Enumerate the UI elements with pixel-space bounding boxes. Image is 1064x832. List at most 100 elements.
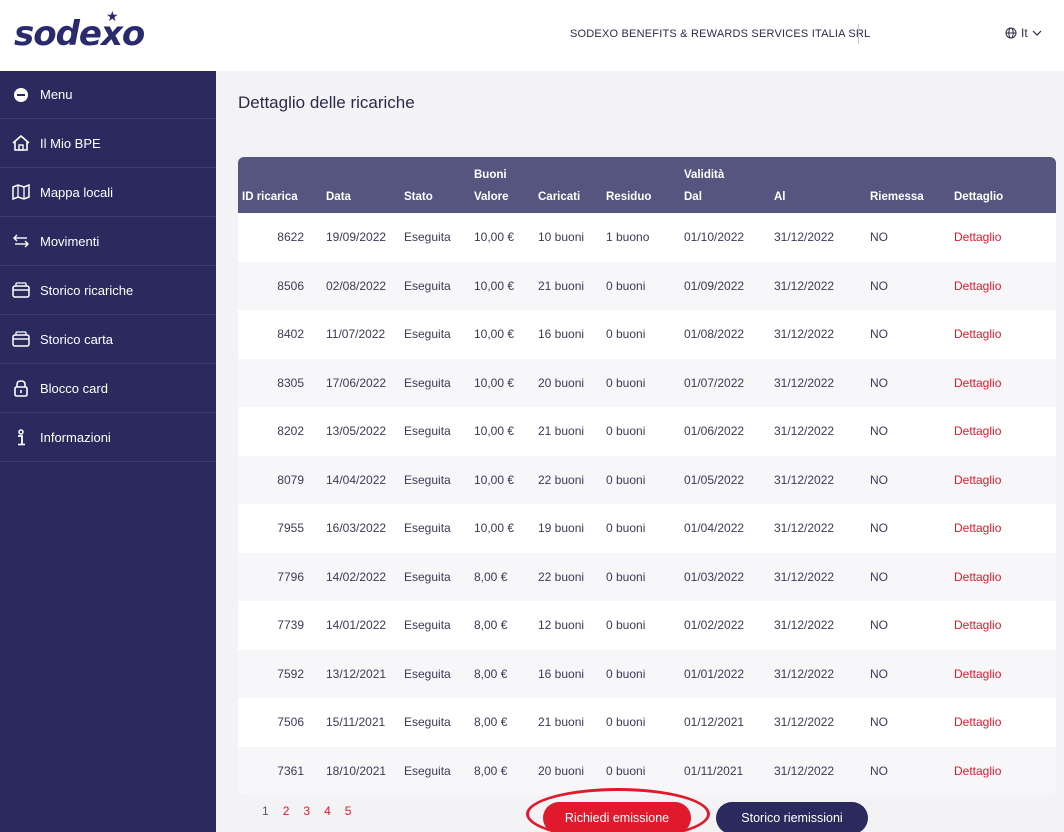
column-header: Dal	[680, 181, 770, 213]
table-cell: Eseguita	[400, 746, 470, 795]
table-cell: 31/12/2022	[774, 715, 835, 730]
sidebar-item-blocco-card[interactable]: Blocco card	[0, 364, 216, 413]
map-icon	[10, 184, 32, 200]
card-icon	[10, 331, 32, 347]
dettaglio-link[interactable]: Dettaglio	[950, 649, 1056, 698]
table-cell: 7506	[277, 715, 304, 730]
sodexo-logo[interactable]: sodexo	[14, 14, 145, 54]
table-cell: 01/01/2022	[680, 649, 770, 698]
dettaglio-link[interactable]: Dettaglio	[950, 746, 1056, 795]
column-header: Al	[770, 181, 866, 213]
main-content: Dettaglio delle ricariche Buoni Validità	[216, 71, 1064, 832]
table-cell: 7955	[277, 521, 304, 536]
table-cell: 14/01/2022	[326, 618, 387, 633]
pagination: 12345	[262, 804, 351, 818]
sidebar-item-label: Movimenti	[40, 233, 100, 249]
header-divider	[858, 24, 859, 44]
sidebar-item-storico-ricariche[interactable]: Storico ricariche	[0, 266, 216, 315]
table-cell: 15/11/2021	[326, 715, 386, 730]
table-cell: NO	[866, 746, 950, 795]
sidebar-item-informazioni[interactable]: Informazioni	[0, 413, 216, 462]
language-selector[interactable]: It	[1005, 26, 1042, 40]
dettaglio-link[interactable]: Dettaglio	[950, 358, 1056, 407]
table-cell: 8622	[277, 230, 304, 245]
table-row: 8402 11/07/2022 Eseguita 10,00 € 16 buoni 0 b…	[238, 310, 1056, 359]
sidebar-item-menu[interactable]: Menu	[0, 71, 216, 119]
table-cell: 0 buoni	[606, 715, 646, 730]
table-cell: 10,00 €	[474, 327, 515, 342]
page-link[interactable]: 3	[303, 804, 310, 818]
table-cell: 20 buoni	[534, 358, 602, 407]
table-cell: 16/03/2022	[326, 521, 387, 536]
table-cell: 01/10/2022	[684, 230, 745, 245]
table-row: 8079 14/04/2022 Eseguita 10,00 €22 buoni 0 b…	[238, 455, 1056, 504]
table-cell: Eseguita	[400, 261, 470, 310]
table-cell: 0 buoni	[602, 455, 680, 504]
lock-icon	[10, 379, 32, 397]
table-cell: 31/12/2022	[774, 327, 835, 342]
company-name: SODEXO BENEFITS & REWARDS SERVICES ITALI…	[570, 28, 871, 40]
table-cell: 0 buoni	[606, 424, 646, 439]
table-cell: 13/12/2021	[322, 649, 400, 698]
sidebar-item-mappa-locali[interactable]: Mappa locali	[0, 168, 216, 217]
table-cell: 20 buoni	[534, 746, 602, 795]
sidebar-item-il-mio-bpe[interactable]: Il Mio BPE	[0, 119, 216, 168]
sidebar-item-storico-carta[interactable]: Storico carta	[0, 315, 216, 364]
logo-star-icon: ★	[106, 8, 119, 24]
table-cell: 10,00 €	[470, 358, 534, 407]
table-cell: 8,00 €	[474, 618, 508, 633]
dettaglio-link[interactable]: Dettaglio	[950, 698, 1056, 747]
dettaglio-link[interactable]: Dettaglio	[950, 601, 1056, 650]
globe-icon	[1005, 27, 1017, 39]
table-row: 7361 18/10/2021 Eseguita 8,00 €20 buoni 0 bu…	[238, 746, 1056, 795]
table-cell: Eseguita	[400, 552, 470, 601]
sidebar-item-label: Storico carta	[40, 331, 113, 347]
table-cell: 0 buoni	[602, 649, 680, 698]
page-link[interactable]: 2	[283, 804, 290, 818]
table-cell: Eseguita	[404, 327, 451, 342]
table-cell: 01/08/2022	[684, 327, 745, 342]
dettaglio-link[interactable]: Dettaglio	[950, 261, 1056, 310]
table-cell: 01/02/2022	[684, 618, 745, 633]
column-header: ID ricarica	[238, 181, 322, 213]
table-cell: 7361	[238, 746, 322, 795]
info-icon	[10, 428, 32, 446]
page-link[interactable]: 5	[345, 804, 352, 818]
table-cell: 31/12/2022	[774, 230, 835, 245]
table-cell: 8202	[277, 424, 304, 439]
table-cell: 31/12/2022	[774, 424, 835, 439]
header-group-validita: Validità	[680, 157, 770, 181]
table-cell: Eseguita	[404, 618, 451, 633]
sidebar-item-movimenti[interactable]: Movimenti	[0, 217, 216, 266]
storico-riemissioni-button[interactable]: Storico riemissioni	[716, 802, 868, 832]
table-cell: 7592	[238, 649, 322, 698]
table-cell: NO	[870, 618, 888, 633]
dettaglio-link[interactable]: Dettaglio	[950, 552, 1056, 601]
home-icon	[10, 135, 32, 151]
table-cell: 0 buoni	[606, 521, 646, 536]
page-link[interactable]: 4	[324, 804, 331, 818]
table-cell: 21 buoni	[538, 424, 585, 439]
table-cell: 8,00 €	[470, 746, 534, 795]
header-group-buoni: Buoni	[470, 157, 534, 181]
header-group-empty	[866, 157, 950, 181]
table-row: 8622 19/09/2022 Eseguita 10,00 € 10 buoni 1 b…	[238, 213, 1056, 262]
page-link[interactable]: 1	[262, 804, 269, 818]
table-cell: 16 buoni	[538, 327, 585, 342]
highlight-annotation	[526, 788, 710, 832]
column-header: Data	[322, 181, 400, 213]
table-cell: 22 buoni	[534, 552, 602, 601]
table-cell: 01/03/2022	[680, 552, 770, 601]
table-cell: NO	[870, 521, 888, 536]
sidebar-item-label: Menu	[40, 87, 73, 102]
dettaglio-link[interactable]: Dettaglio	[950, 504, 1056, 553]
dettaglio-link[interactable]: Dettaglio	[950, 407, 1056, 456]
dettaglio-link[interactable]: Dettaglio	[950, 310, 1056, 359]
table-cell: 14/04/2022	[322, 455, 400, 504]
dettaglio-link[interactable]: Dettaglio	[950, 455, 1056, 504]
table-cell: 0 buoni	[602, 552, 680, 601]
table-cell: 16 buoni	[534, 649, 602, 698]
recharges-table: Buoni Validità ID ricarica Data Stato Valor…	[238, 157, 1056, 795]
table-cell: Eseguita	[404, 230, 451, 245]
dettaglio-link[interactable]: Dettaglio	[950, 213, 1056, 262]
